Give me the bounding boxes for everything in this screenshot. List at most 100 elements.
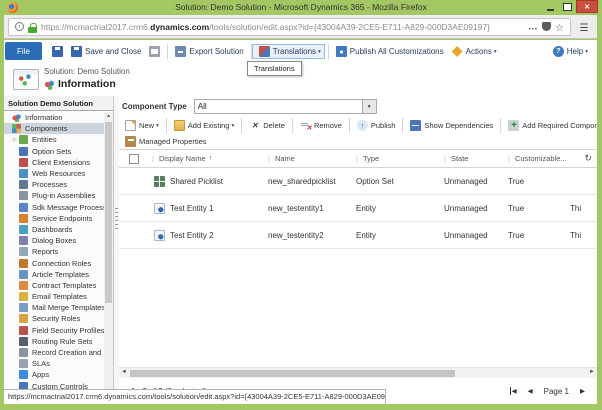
next-page-button[interactable] xyxy=(580,387,585,395)
toolbar-button-icon xyxy=(71,46,82,57)
sidebar-item-label: Web Resources xyxy=(32,169,85,178)
previous-page-button[interactable] xyxy=(528,387,533,395)
remove-button[interactable]: Remove xyxy=(292,118,346,133)
close-button[interactable] xyxy=(576,0,598,13)
menu-icon[interactable] xyxy=(575,18,593,36)
managed-properties-button[interactable]: Managed Properties xyxy=(121,134,211,149)
sidebar-header: Solution Demo Solution xyxy=(4,96,113,111)
save-and-close-button[interactable]: Save and Close xyxy=(67,44,145,59)
cell-display-name: Test Entity 2 xyxy=(170,231,214,240)
sidebar-item-connection-roles[interactable]: ▷ Connection Roles xyxy=(4,257,104,268)
grid-toolbar: New▾Add Existing▾DeleteRemovePublishShow… xyxy=(119,117,597,134)
https-lock-icon[interactable] xyxy=(28,23,37,33)
publish-all-customizations-button[interactable]: Publish All Customizations xyxy=(328,44,448,59)
horizontal-scrollbar-thumb[interactable] xyxy=(130,370,455,377)
page-actions-icon[interactable] xyxy=(529,18,538,36)
sidebar-item-sdk-message-processi[interactable]: ▷ Sdk Message Processi... xyxy=(4,202,104,213)
sidebar-item-routing-rule-sets[interactable]: ▷ Routing Rule Sets xyxy=(4,336,104,347)
add-existing-button[interactable]: Add Existing▾ xyxy=(166,118,238,133)
cell-state: Unmanaged xyxy=(441,231,505,240)
horizontal-scrollbar[interactable] xyxy=(119,367,597,378)
table-row[interactable]: Test Entity 2 new_testentity2 Entity Unm… xyxy=(119,222,597,249)
page-title: Information xyxy=(58,78,116,90)
window-controls xyxy=(542,0,598,13)
file-tab[interactable]: File xyxy=(5,42,42,60)
sidebar-item-web-resources[interactable]: ▷ Web Resources xyxy=(4,168,104,179)
sidebar-item-apps[interactable]: ▷ Apps xyxy=(4,369,104,380)
new-button[interactable]: New▾ xyxy=(121,118,163,133)
scroll-left-icon[interactable] xyxy=(121,369,127,375)
table-row[interactable]: Test Entity 1 new_testentity1 Entity Unm… xyxy=(119,195,597,222)
sidebar-item-label: Article Templates xyxy=(32,270,89,279)
component-type-select[interactable]: All xyxy=(194,99,377,114)
sidebar-scrollbar[interactable] xyxy=(104,112,113,404)
translations-button[interactable]: Translations▾ xyxy=(251,44,325,59)
show-dependencies-button[interactable]: Show Dependencies xyxy=(402,118,497,133)
sidebar-item-label: Dashboards xyxy=(32,225,72,234)
cell-display-name: Shared Picklist xyxy=(170,177,223,186)
cell-type: Entity xyxy=(353,204,441,213)
sidebar-item-processes[interactable]: ▷ Processes xyxy=(4,179,104,190)
minimize-button[interactable] xyxy=(542,0,559,13)
toolbar-button-icon xyxy=(336,46,347,57)
sidebar-item-service-endpoints[interactable]: ▷ Service Endpoints xyxy=(4,213,104,224)
grid-body: Shared Picklist new_sharedpicklist Optio… xyxy=(119,168,597,367)
table-row[interactable]: Shared Picklist new_sharedpicklist Optio… xyxy=(119,168,597,195)
row-type-icon xyxy=(154,203,165,214)
site-info-icon[interactable] xyxy=(15,22,24,31)
help-button[interactable]: Help▾ xyxy=(549,44,592,59)
column-header-state[interactable]: State xyxy=(441,154,505,163)
cell-type: Option Set xyxy=(353,177,441,186)
sidebar-item-client-extensions[interactable]: ▷ Client Extensions xyxy=(4,157,104,168)
sidebar-item-label: Service Endpoints xyxy=(32,214,92,223)
actions-button[interactable]: Actions▾ xyxy=(448,44,501,59)
cell-name: new_testentity1 xyxy=(265,204,353,213)
sidebar-item-mail-merge-templates[interactable]: ▷ Mail Merge Templates xyxy=(4,302,104,313)
maximize-button[interactable] xyxy=(559,0,576,13)
sidebar-item-record-creation-and[interactable]: ▷ Record Creation and ... xyxy=(4,347,104,358)
scroll-right-icon[interactable] xyxy=(589,369,595,375)
sidebar-item-email-templates[interactable]: ▷ Email Templates xyxy=(4,291,104,302)
sidebar-item-label: Information xyxy=(25,113,63,122)
properties-button[interactable] xyxy=(145,44,164,59)
select-dropdown-icon[interactable] xyxy=(362,100,376,113)
select-all-checkbox[interactable] xyxy=(129,154,139,164)
sidebar-item-information[interactable]: ▷ Information xyxy=(4,112,104,123)
sidebar-item-slas[interactable]: ▷ SLAs xyxy=(4,358,104,369)
panel-splitter[interactable] xyxy=(114,96,119,404)
refresh-icon[interactable] xyxy=(584,153,592,164)
sidebar-item-icon xyxy=(19,259,28,268)
sidebar-item-components[interactable]: ▷ Components xyxy=(4,123,104,134)
sidebar-item-contract-templates[interactable]: ▷ Contract Templates xyxy=(4,280,104,291)
page-indicator: Page 1 xyxy=(544,387,569,396)
sidebar-scrollbar-thumb[interactable] xyxy=(105,122,112,303)
sidebar-item-dialog-boxes[interactable]: ▷ Dialog Boxes xyxy=(4,235,104,246)
scroll-up-icon[interactable] xyxy=(104,112,113,121)
cell-customizable: True xyxy=(505,177,567,186)
column-header-name[interactable]: Name xyxy=(265,154,353,163)
sidebar-item-reports[interactable]: ▷ Reports xyxy=(4,246,104,257)
sidebar-item-icon xyxy=(19,348,28,357)
column-header-customizable[interactable]: Customizable... xyxy=(505,154,567,163)
sidebar-item-plug-in-assemblies[interactable]: ▷ Plug-in Assemblies xyxy=(4,190,104,201)
first-page-button[interactable] xyxy=(510,387,517,395)
sidebar-item-security-roles[interactable]: ▷ Security Roles xyxy=(4,313,104,324)
cell-display-name: Test Entity 1 xyxy=(170,204,214,213)
sidebar-item-field-security-profiles[interactable]: ▷ Field Security Profiles xyxy=(4,325,104,336)
sidebar-item-option-sets[interactable]: ▷ Option Sets xyxy=(4,146,104,157)
sidebar-item-dashboards[interactable]: ▷ Dashboards xyxy=(4,224,104,235)
url-bar[interactable]: https://mcmactrial2017.crm6.dynamics.com… xyxy=(8,18,571,36)
sidebar-item-entities[interactable]: ▷ Entities xyxy=(4,134,104,145)
add-required-components-button[interactable]: Add Required Components xyxy=(500,118,597,133)
pocket-icon[interactable] xyxy=(542,22,551,31)
column-header-type[interactable]: Type xyxy=(353,154,441,163)
export-solution-button[interactable]: Export Solution xyxy=(167,44,247,59)
publish-button[interactable]: Publish xyxy=(349,118,400,133)
delete-button[interactable]: Delete xyxy=(241,118,289,133)
save-button[interactable] xyxy=(48,44,67,59)
bookmark-star-icon[interactable] xyxy=(555,18,564,36)
column-header-display-name[interactable]: Display Name↑ xyxy=(149,154,265,163)
sidebar-item-icon xyxy=(19,247,28,256)
sidebar-item-label: Client Extensions xyxy=(32,158,90,167)
sidebar-item-article-templates[interactable]: ▷ Article Templates xyxy=(4,269,104,280)
